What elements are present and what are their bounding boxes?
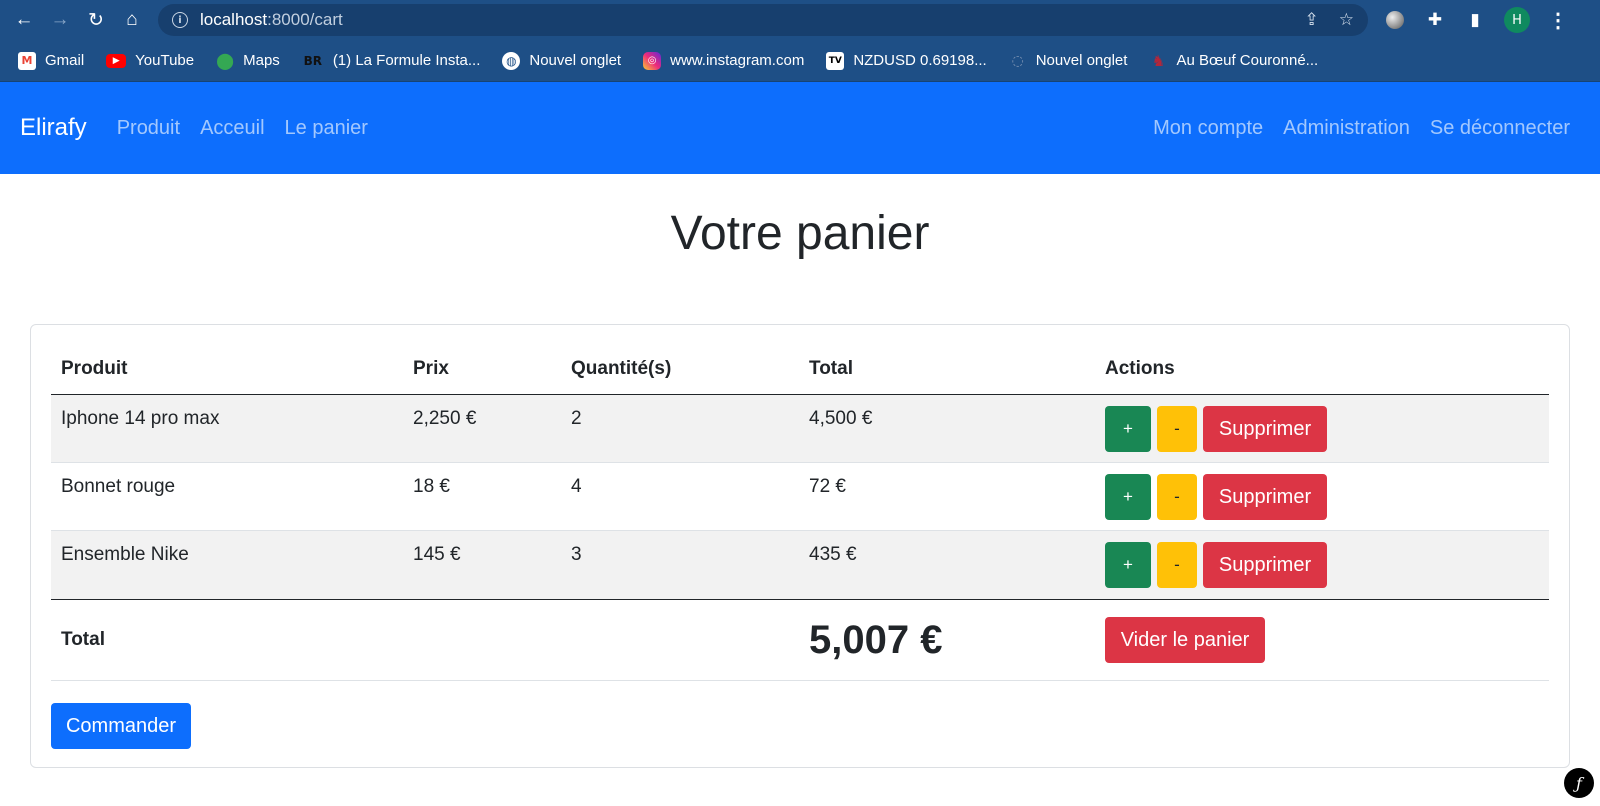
br-icon: BR	[303, 53, 322, 68]
cell-product: Bonnet rouge	[61, 476, 176, 497]
nav-link-mon-compte[interactable]: Mon compte	[1153, 117, 1263, 140]
nav-link-administration[interactable]: Administration	[1283, 117, 1410, 140]
symfony-toolbar-icon[interactable]: ƒ	[1564, 768, 1594, 798]
forward-arrow-icon[interactable]: →	[46, 6, 74, 34]
restaurant-icon: ♞	[1151, 51, 1166, 70]
cell-price: 2,250 €	[413, 408, 477, 429]
globe-icon: ◍	[502, 51, 521, 70]
bookmark-youtube[interactable]: ▶ YouTube	[106, 52, 194, 69]
cell-qty: 3	[571, 544, 582, 565]
cell-product: Ensemble Nike	[61, 544, 189, 565]
row-actions: + - Supprimer	[1095, 406, 1549, 452]
cell-product: Iphone 14 pro max	[61, 408, 220, 429]
cell-total: 435 €	[809, 544, 857, 565]
row-actions: + - Supprimer	[1095, 542, 1549, 588]
page-title: Votre panier	[670, 207, 930, 260]
decrement-button[interactable]: -	[1157, 474, 1197, 520]
back-arrow-icon[interactable]: ←	[10, 6, 38, 34]
bookmark-nzdusd[interactable]: TV NZDUSD 0.69198...	[826, 51, 987, 70]
nav-link-deconnecter[interactable]: Se déconnecter	[1430, 117, 1570, 140]
delete-button[interactable]: Supprimer	[1203, 474, 1327, 520]
tab-icon: ◌	[1011, 52, 1024, 69]
delete-button[interactable]: Supprimer	[1203, 406, 1327, 452]
bookmark-instagram[interactable]: ◎ www.instagram.com	[643, 51, 804, 70]
share-icon[interactable]: ⇪	[1305, 10, 1319, 30]
nav-link-panier[interactable]: Le panier	[285, 117, 368, 140]
decrement-button[interactable]: -	[1157, 406, 1197, 452]
address-url[interactable]: localhost:8000/cart	[200, 10, 343, 30]
info-icon[interactable]: i	[172, 12, 188, 28]
bookmark-boeuf[interactable]: ♞ Au Bœuf Couronné...	[1149, 52, 1318, 70]
bookmark-nouvel-onglet[interactable]: ◍ Nouvel onglet	[502, 51, 621, 70]
cell-total: 4,500 €	[809, 408, 873, 429]
nav-link-acceuil[interactable]: Acceuil	[200, 117, 264, 140]
footer-total-label: Total	[61, 629, 105, 650]
table-footer: Total 5,007 € Vider le panier	[51, 599, 1549, 681]
empty-cart-button[interactable]: Vider le panier	[1105, 617, 1265, 663]
tradingview-icon: TV	[826, 51, 845, 70]
header-prix: Prix	[413, 357, 449, 379]
cart-table: Produit Prix Quantité(s) Total Actions I…	[51, 343, 1549, 681]
bookmark-gmail[interactable]: M Gmail	[18, 51, 84, 70]
header-actions: Actions	[1105, 357, 1175, 379]
bookmark-formule[interactable]: BR (1) La Formule Insta...	[302, 52, 481, 70]
table-row: Bonnet rouge 18 € 4 72 € + - Supprimer	[51, 463, 1549, 531]
decrement-button[interactable]: -	[1157, 542, 1197, 588]
star-icon[interactable]: ☆	[1339, 10, 1354, 30]
bookmark-nouvel-onglet-2[interactable]: ◌ Nouvel onglet	[1009, 52, 1128, 70]
cell-price: 145 €	[413, 544, 461, 565]
grand-total: 5,007 €	[809, 617, 943, 662]
bookmarks-bar: M Gmail ▶ YouTube ⬤ Maps BR (1) La Formule I…	[0, 40, 1600, 82]
nav-link-produit[interactable]: Produit	[117, 117, 180, 140]
increment-button[interactable]: +	[1105, 406, 1151, 452]
side-panel-icon[interactable]: ▮	[1464, 9, 1486, 31]
order-button[interactable]: Commander	[51, 703, 191, 749]
increment-button[interactable]: +	[1105, 542, 1151, 588]
header-quantite: Quantité(s)	[571, 357, 672, 379]
cell-qty: 2	[571, 408, 582, 429]
menu-kebab-icon[interactable]: ⋮	[1548, 8, 1568, 33]
gmail-icon: M	[18, 51, 36, 70]
table-header: Produit Prix Quantité(s) Total Actions	[51, 343, 1549, 395]
youtube-icon: ▶	[106, 53, 127, 68]
reload-icon[interactable]: ↻	[82, 6, 110, 34]
table-row: Ensemble Nike 145 € 3 435 € + - Supprime…	[51, 531, 1549, 599]
row-actions: + - Supprimer	[1095, 474, 1549, 520]
header-total: Total	[809, 357, 853, 379]
bookmark-maps[interactable]: ⬤ Maps	[216, 51, 280, 70]
home-icon[interactable]: ⌂	[118, 6, 146, 34]
delete-button[interactable]: Supprimer	[1203, 542, 1327, 588]
cell-total: 72 €	[809, 476, 846, 497]
table-row: Iphone 14 pro max 2,250 € 2 4,500 € + - …	[51, 395, 1549, 463]
puzzle-icon[interactable]: ✚	[1424, 9, 1446, 31]
profile-avatar[interactable]: H	[1504, 7, 1530, 33]
cell-price: 18 €	[413, 476, 450, 497]
app-navbar: Elirafy Produit Acceuil Le panier Mon co…	[0, 82, 1600, 174]
header-produit: Produit	[61, 357, 128, 379]
cell-qty: 4	[571, 476, 582, 497]
address-bar[interactable]: i localhost:8000/cart ⇪ ☆	[158, 4, 1368, 36]
maps-icon: ⬤	[216, 51, 235, 70]
increment-button[interactable]: +	[1105, 474, 1151, 520]
browser-toolbar: ← → ↻ ⌂ i localhost:8000/cart ⇪ ☆ ✚ ▮ H …	[0, 0, 1600, 40]
instagram-icon: ◎	[643, 51, 662, 70]
extension-ball-icon[interactable]	[1384, 9, 1406, 31]
brand-logo[interactable]: Elirafy	[20, 114, 87, 142]
cart-card: Produit Prix Quantité(s) Total Actions I…	[30, 324, 1570, 768]
